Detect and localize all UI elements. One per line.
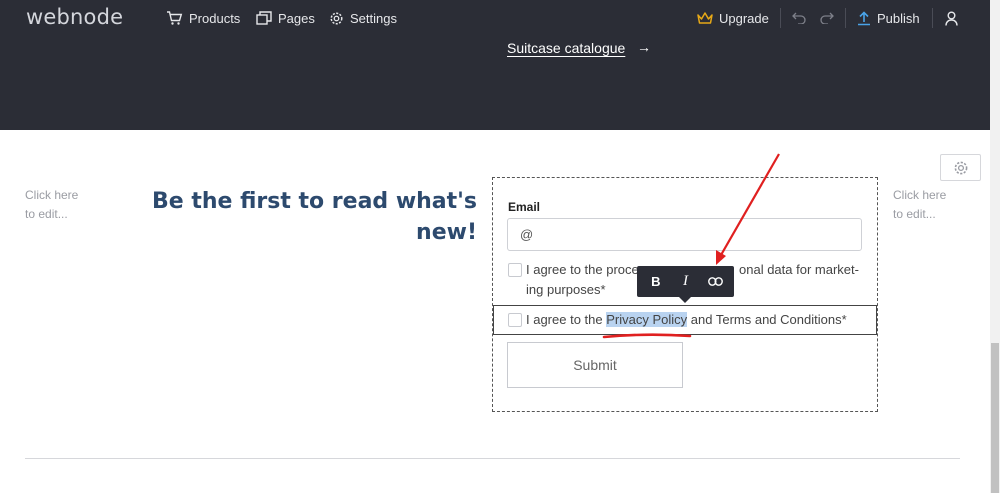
policy-consent-checkbox[interactable]	[508, 313, 522, 327]
pages-icon	[256, 11, 272, 25]
block-settings-button[interactable]	[940, 154, 981, 181]
toolbar-divider	[932, 8, 933, 28]
italic-button[interactable]: I	[673, 270, 697, 294]
marketing-consent-line1-end: onal data for market-	[739, 262, 859, 277]
publish-button[interactable]: Publish	[857, 0, 920, 36]
policy-prefix: I agree to the	[526, 312, 607, 327]
marketing-consent-line1-start: I agree to the proce	[526, 262, 639, 277]
upload-icon	[858, 10, 870, 25]
user-icon	[944, 11, 958, 26]
email-label: Email	[508, 200, 541, 214]
heading-line-2: new!	[416, 220, 477, 245]
section-divider	[25, 458, 960, 459]
heading-line-1: Be the first to read what's	[151, 189, 477, 214]
marketing-consent-line2: ing purposes*	[526, 282, 606, 297]
undo-icon	[792, 12, 806, 24]
scrollbar-thumb[interactable]	[991, 343, 999, 493]
placeholder-to-edit: to edit...	[25, 207, 68, 221]
hero-section: Suitcase catalogue →	[0, 36, 990, 130]
section-heading[interactable]: Be the first to read what's new!	[150, 186, 477, 248]
placeholder-click-here: Click here	[893, 188, 947, 202]
toolbar-divider	[780, 8, 781, 28]
top-toolbar: webnode Products Pages Settings Upgrade …	[0, 0, 990, 36]
nav-pages-label: Pages	[278, 10, 315, 26]
redo-icon	[820, 12, 834, 24]
nav-settings[interactable]: Settings	[329, 0, 397, 36]
placeholder-click-here: Click here	[25, 188, 79, 202]
nav-products-label: Products	[189, 10, 241, 26]
nav-pages[interactable]: Pages	[256, 0, 315, 36]
gear-icon	[954, 161, 967, 174]
cart-icon	[167, 10, 183, 25]
policy-consent-text[interactable]: I agree to the Privacy Policy and Terms …	[526, 310, 847, 330]
crown-icon	[697, 11, 713, 24]
link-icon	[707, 277, 723, 286]
toolbar-divider	[845, 8, 846, 28]
email-field[interactable]	[507, 218, 862, 251]
left-placeholder[interactable]: Click here to edit...	[25, 186, 78, 224]
text-format-toolbar: B I	[637, 266, 734, 297]
undo-button[interactable]	[790, 0, 808, 36]
policy-suffix: and Terms and Conditions*	[687, 312, 847, 327]
upgrade-button[interactable]: Upgrade	[697, 0, 769, 36]
gear-icon	[330, 12, 343, 24]
upgrade-label: Upgrade	[719, 10, 769, 26]
redo-button[interactable]	[818, 0, 836, 36]
arrow-right-icon: →	[637, 39, 651, 55]
account-button[interactable]	[942, 0, 960, 36]
publish-label: Publish	[877, 10, 920, 26]
toolbar-caret	[678, 296, 692, 303]
submit-button[interactable]: Submit	[507, 342, 683, 388]
privacy-policy-selection[interactable]: Privacy Policy	[606, 312, 688, 327]
marketing-consent-checkbox[interactable]	[508, 263, 522, 277]
nav-settings-label: Settings	[350, 10, 397, 26]
right-placeholder[interactable]: Click here to edit...	[893, 186, 946, 224]
bold-button[interactable]: B	[644, 270, 668, 294]
link-button[interactable]	[703, 270, 727, 294]
placeholder-to-edit: to edit...	[893, 207, 936, 221]
suitcase-catalogue-link[interactable]: Suitcase catalogue	[507, 40, 625, 56]
nav-products[interactable]: Products	[166, 0, 240, 36]
webnode-logo[interactable]: webnode	[26, 5, 123, 29]
